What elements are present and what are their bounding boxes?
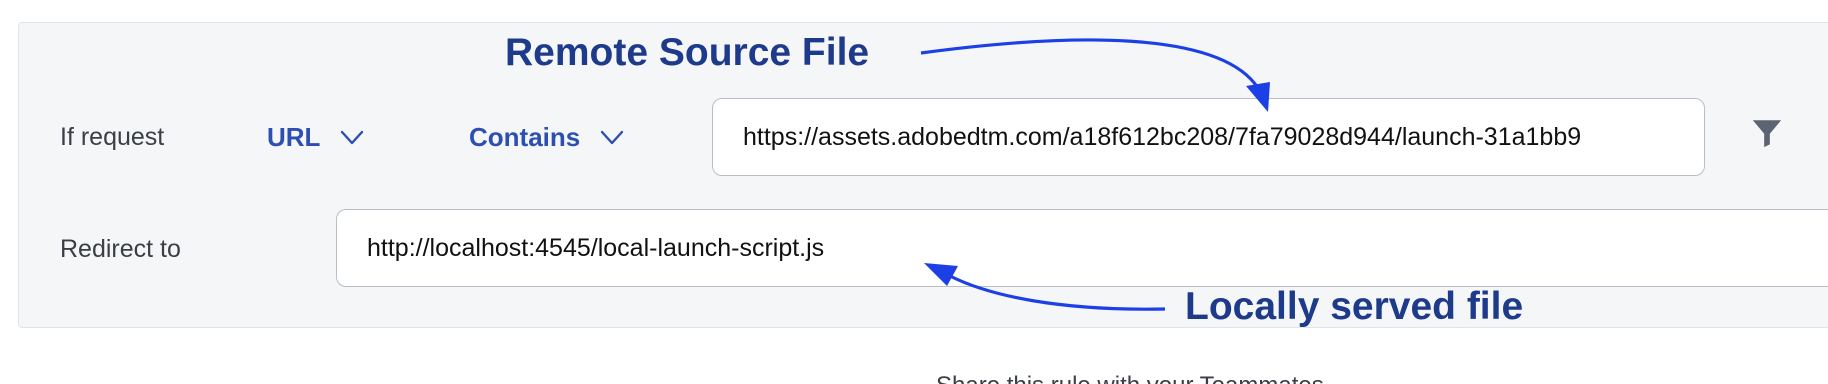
redirect-url-input[interactable] — [336, 209, 1828, 287]
rule-editor: If request URL Contains Redirect to Remo… — [0, 0, 1828, 384]
if-request-label: If request — [60, 123, 165, 151]
source-url-input[interactable] — [712, 98, 1705, 176]
match-operator-dropdown[interactable]: Contains — [469, 122, 624, 153]
match-operator-value: Contains — [469, 122, 581, 152]
chevron-down-icon — [341, 130, 364, 144]
share-rule-text[interactable]: Share this rule with your Teammates — [936, 372, 1324, 384]
match-field-value: URL — [267, 122, 321, 152]
chevron-down-icon — [601, 130, 624, 144]
redirect-to-label: Redirect to — [60, 235, 181, 263]
locally-served-annotation: Locally served file — [1185, 285, 1524, 328]
match-field-dropdown[interactable]: URL — [267, 122, 364, 153]
filter-icon[interactable] — [1750, 116, 1784, 150]
remote-source-annotation: Remote Source File — [505, 31, 870, 74]
